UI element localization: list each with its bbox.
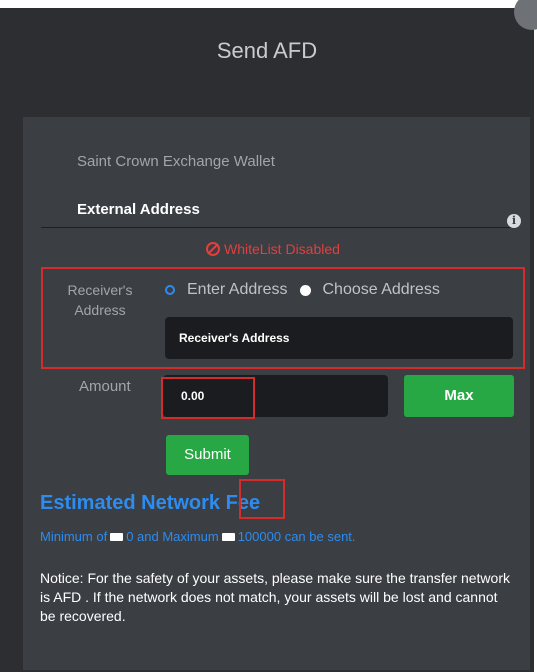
whitelist-status-text: WhiteList Disabled (224, 241, 340, 257)
amount-input[interactable]: 0.00 (163, 375, 388, 417)
limits-min: 0 (126, 529, 134, 544)
radio-enter-address[interactable] (165, 285, 175, 295)
estimated-fee-title: Estimated Network Fee (40, 492, 260, 515)
limits-max: 100000 (237, 529, 282, 544)
submit-button[interactable]: Submit (166, 435, 249, 475)
network-notice: Notice: For the safety of your assets, p… (40, 570, 510, 624)
limits-prefix: Minimum of (40, 529, 108, 544)
send-form-panel: Saint Crown Exchange Wallet External Add… (23, 117, 530, 670)
fee-title-prefix: Estimated Network (40, 492, 226, 514)
close-icon[interactable] (514, 0, 537, 30)
coin-icon (221, 532, 235, 541)
tab-divider (41, 227, 511, 228)
coin-icon (110, 532, 124, 541)
tab-external-address[interactable]: External Address (77, 201, 200, 218)
ban-icon (206, 242, 220, 256)
limits-suffix: can be sent. (284, 529, 356, 544)
max-button[interactable]: Max (404, 375, 514, 417)
radio-choose-address[interactable] (299, 284, 311, 296)
radio-enter-address-label[interactable]: Enter Address (187, 281, 288, 299)
radio-choose-address-label[interactable]: Choose Address (323, 281, 440, 299)
limits-mid: and Maximum (137, 529, 219, 544)
info-icon[interactable]: i (507, 214, 521, 228)
tab-exchange-wallet[interactable]: Saint Crown Exchange Wallet (77, 153, 275, 170)
receiver-address-label: Receiver's Address (67, 282, 133, 318)
fee-title-highlight: Fee (225, 492, 261, 514)
receiver-address-section: Receiver's Address Enter Address Choose … (41, 267, 525, 369)
address-mode-radio-group: Enter Address Choose Address (165, 281, 440, 299)
amount-label: Amount (79, 378, 131, 395)
receiver-address-input[interactable] (165, 317, 513, 359)
whitelist-status: WhiteList Disabled (206, 241, 340, 257)
modal-title: Send AFD (216, 38, 318, 63)
send-limits: Minimum of 0 and Maximum 100000 can be s… (40, 529, 356, 544)
send-modal: Send AFD Saint Crown Exchange Wallet Ext… (0, 0, 537, 672)
